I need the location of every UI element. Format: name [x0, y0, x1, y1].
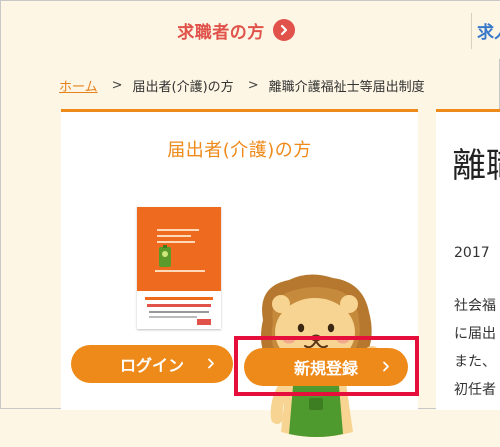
article-card: 離職 2017 社会福 に届出 また、 初任者	[436, 109, 500, 410]
nav-job-seekers-label: 求職者の方	[177, 22, 265, 43]
poster-caption-area	[137, 291, 221, 329]
nav-employers-label: 求人	[477, 22, 500, 43]
nav-job-seekers[interactable]: 求職者の方	[1, 1, 471, 59]
breadcrumb-home-link[interactable]: ホーム	[59, 76, 98, 95]
nav-employers[interactable]: 求人	[477, 1, 500, 59]
register-button[interactable]: 新規登録	[244, 348, 408, 386]
poster-thumbnail	[137, 207, 221, 329]
breadcrumb: ホーム > 届出者(介護)の方 > 離職介護福祉士等届出制度	[59, 74, 425, 96]
top-navigation: 求職者の方 求人	[1, 1, 500, 59]
chevron-right-icon	[382, 358, 390, 377]
breadcrumb-separator: >	[111, 77, 123, 93]
breadcrumb-separator: >	[247, 77, 259, 93]
register-button-label: 新規登録	[293, 359, 358, 378]
chevron-right-icon	[207, 355, 215, 374]
article-date: 2017	[454, 245, 490, 261]
breadcrumb-item-current: 離職介護福祉士等届出制度	[268, 79, 425, 95]
article-text-line: に届出	[454, 326, 496, 342]
article-text-line: 初任者	[454, 382, 496, 398]
card-title: 届出者(介護)の方	[167, 140, 312, 161]
article-title: 離職	[452, 146, 500, 186]
chevron-right-circle-icon	[272, 19, 295, 41]
article-text-line: また、	[454, 354, 496, 370]
login-button-label: ログイン	[119, 356, 184, 375]
breadcrumb-item: 届出者(介護)の方	[132, 79, 234, 95]
nav-divider	[471, 13, 472, 49]
login-button[interactable]: ログイン	[71, 345, 233, 383]
article-text-line: 社会福	[454, 298, 496, 314]
